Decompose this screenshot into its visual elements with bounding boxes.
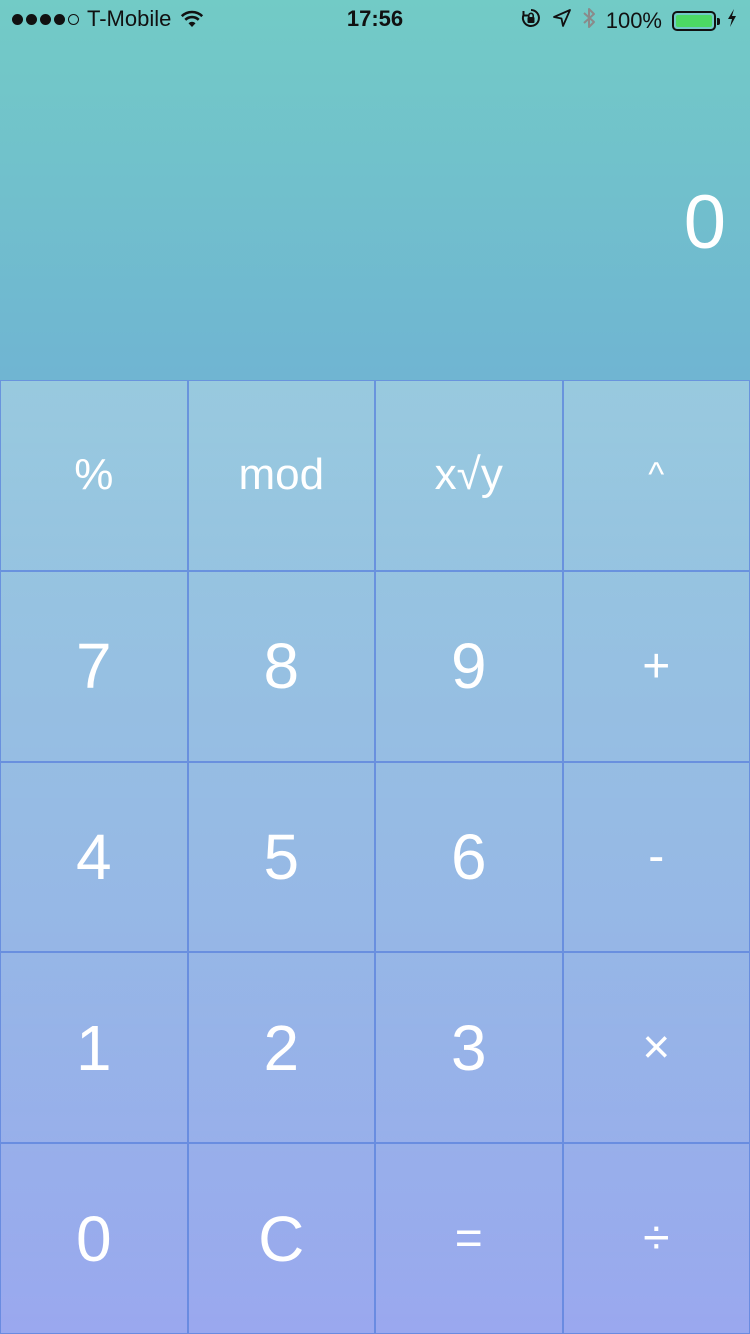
- digit-6-key[interactable]: 6: [375, 761, 563, 953]
- digit-1-key[interactable]: 1: [0, 952, 188, 1144]
- power-key[interactable]: ^: [562, 380, 750, 571]
- battery-cap: [717, 18, 720, 25]
- digit-7-key[interactable]: 7: [0, 570, 188, 762]
- digit-3-key[interactable]: 3: [375, 952, 563, 1144]
- orientation-lock-icon: [520, 7, 542, 35]
- digit-2-key[interactable]: 2: [187, 952, 375, 1144]
- battery-percent: 100%: [605, 8, 662, 33]
- equals-key[interactable]: =: [375, 1143, 563, 1334]
- battery-fill: [676, 15, 712, 27]
- digit-8-key[interactable]: 8: [187, 570, 375, 762]
- subtract-key[interactable]: -: [562, 761, 750, 953]
- calculator-display: 0: [0, 40, 750, 380]
- mod-key[interactable]: mod: [187, 380, 375, 571]
- root-key[interactable]: x√y: [375, 380, 563, 571]
- percent-key[interactable]: %: [0, 380, 188, 571]
- charging-icon: [726, 8, 738, 34]
- add-key[interactable]: +: [562, 570, 750, 762]
- digit-0-key[interactable]: 0: [0, 1143, 188, 1334]
- divide-key[interactable]: ÷: [562, 1143, 750, 1334]
- status-bar: T-Mobile 17:56 100%: [0, 0, 750, 40]
- keypad: % mod x√y ^ 7 8 9 + 4 5 6 - 1 2 3 × 0 C …: [0, 380, 750, 1334]
- location-icon: [552, 8, 572, 34]
- digit-5-key[interactable]: 5: [187, 761, 375, 953]
- display-value: 0: [683, 180, 726, 265]
- digit-9-key[interactable]: 9: [375, 570, 563, 762]
- digit-4-key[interactable]: 4: [0, 761, 188, 953]
- bluetooth-icon: [582, 6, 596, 36]
- status-right: 100%: [520, 6, 738, 36]
- multiply-key[interactable]: ×: [562, 952, 750, 1144]
- clear-key[interactable]: C: [187, 1143, 375, 1334]
- battery-icon: [672, 11, 720, 31]
